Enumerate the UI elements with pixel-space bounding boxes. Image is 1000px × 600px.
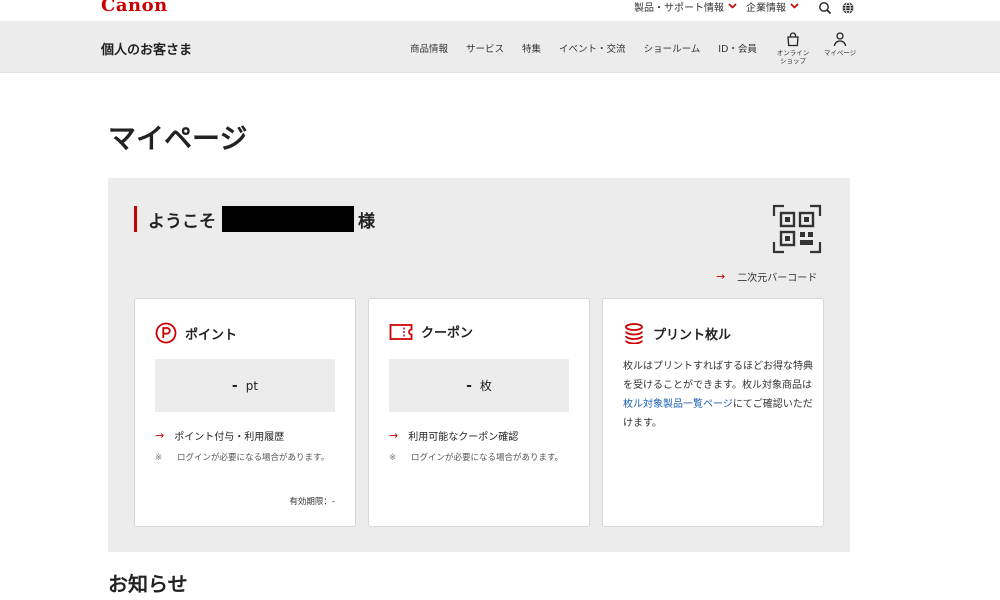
nav-item-id-membership[interactable]: ID・会員 <box>718 41 757 55</box>
online-shop-button[interactable]: オンライン ショップ <box>773 31 813 65</box>
paper-stack-icon <box>625 323 643 344</box>
nav-section-title[interactable]: 個人のお客さま <box>101 39 192 58</box>
qr-code-link[interactable]: → 二次元バーコード <box>716 269 817 284</box>
online-shop-label-line1: オンライン <box>776 49 810 57</box>
points-unit: pt <box>245 378 259 393</box>
points-history-link[interactable]: → ポイント付与・利用履歴 <box>155 428 284 443</box>
chevron-down-icon <box>790 2 799 12</box>
news-section-title: お知らせ <box>108 572 188 596</box>
coupon-value: - <box>466 377 472 394</box>
points-card: ポイント - pt → ポイント付与・利用履歴 ※ ログインが必要になる場合があ… <box>134 298 356 527</box>
coupon-card-title: クーポン <box>421 326 474 341</box>
redacted-username <box>222 206 354 232</box>
nav-item-products[interactable]: 商品情報 <box>410 41 448 55</box>
print-eligible-products-link[interactable]: 枚ル対象製品一覧ページ <box>623 399 733 410</box>
coupon-unit: 枚 <box>479 379 492 393</box>
chevron-down-icon <box>728 2 737 12</box>
nav-item-events[interactable]: イベント・交流 <box>559 41 626 55</box>
arrow-right-icon: → <box>716 270 726 283</box>
qr-code-icon[interactable] <box>772 204 822 254</box>
print-card-text-before: 枚ルはプリントすればするほどお得な特典を受けることができます。枚ル対象商品は <box>623 361 813 391</box>
available-coupons-link-label: 利用可能なクーポン確認 <box>408 432 519 443</box>
print-card-description: 枚ルはプリントすればするほどお得な特典を受けることができます。枚ル対象商品は枚ル… <box>623 357 813 433</box>
points-login-note: ※ ログインが必要になる場合があります。 <box>155 451 341 465</box>
points-value-box: - pt <box>155 359 335 412</box>
top-link-corporate-label: 企業情報 <box>746 3 786 14</box>
coupon-value-box: - 枚 <box>389 359 569 412</box>
coupon-login-note: ※ ログインが必要になる場合があります。 <box>389 451 575 465</box>
arrow-right-icon: → <box>155 429 165 442</box>
search-icon[interactable] <box>818 0 832 15</box>
shopping-bag-icon <box>787 32 799 47</box>
mypage-button[interactable]: マイページ <box>820 31 860 57</box>
points-expiry: 有効期限：- <box>289 497 335 507</box>
main-nav-bar: 個人のお客さま 商品情報 サービス 特集 イベント・交流 ショールーム ID・会… <box>0 21 1000 73</box>
qr-code-link-label: 二次元バーコード <box>737 273 818 284</box>
top-link-corporate[interactable]: 企業情報 <box>746 0 799 14</box>
user-icon <box>833 32 847 47</box>
available-coupons-link[interactable]: → 利用可能なクーポン確認 <box>389 428 518 443</box>
coupon-card-header: クーポン <box>389 322 473 341</box>
online-shop-label-line2: ショップ <box>780 57 806 65</box>
member-panel: ようこそ 様 → 二次元バーコード ポイント - pt → ポイント付与・利用履… <box>108 178 850 552</box>
mypage-label: マイページ <box>823 49 857 57</box>
arrow-right-icon: → <box>389 429 399 442</box>
point-icon <box>155 322 177 344</box>
nav-item-services[interactable]: サービス <box>466 41 504 55</box>
nav-menu: 商品情報 サービス 特集 イベント・交流 ショールーム ID・会員 <box>410 41 775 55</box>
points-history-link-label: ポイント付与・利用履歴 <box>174 432 285 443</box>
canon-logo[interactable]: Canon <box>101 0 168 16</box>
points-login-note-text: ログインが必要になる場合があります。 <box>177 453 330 463</box>
note-mark: ※ <box>155 453 163 463</box>
top-link-products-support-label: 製品・サポート情報 <box>634 3 724 14</box>
points-card-header: ポイント <box>155 322 237 344</box>
top-link-products-support[interactable]: 製品・サポート情報 <box>634 0 737 14</box>
print-maile-card: プリント枚ル 枚ルはプリントすればするほどお得な特典を受けることができます。枚ル… <box>602 298 824 527</box>
globe-icon[interactable] <box>841 0 855 14</box>
print-card-title: プリント枚ル <box>653 327 732 343</box>
welcome-heading: ようこそ 様 <box>134 206 375 232</box>
nav-item-showroom[interactable]: ショールーム <box>644 41 701 55</box>
welcome-suffix: 様 <box>358 211 375 232</box>
points-value: - <box>231 377 238 394</box>
coupon-card: クーポン - 枚 → 利用可能なクーポン確認 ※ ログインが必要になる場合があり… <box>368 298 590 527</box>
page-title: マイページ <box>108 122 248 155</box>
coupon-login-note-text: ログインが必要になる場合があります。 <box>411 453 564 463</box>
nav-item-features[interactable]: 特集 <box>522 41 541 55</box>
print-card-header: プリント枚ル <box>623 322 731 344</box>
welcome-prefix: ようこそ <box>148 211 216 232</box>
points-card-title: ポイント <box>185 327 238 343</box>
ticket-icon <box>389 323 413 340</box>
top-utility-bar: Canon 製品・サポート情報 企業情報 <box>0 0 1000 21</box>
note-mark: ※ <box>389 453 397 463</box>
